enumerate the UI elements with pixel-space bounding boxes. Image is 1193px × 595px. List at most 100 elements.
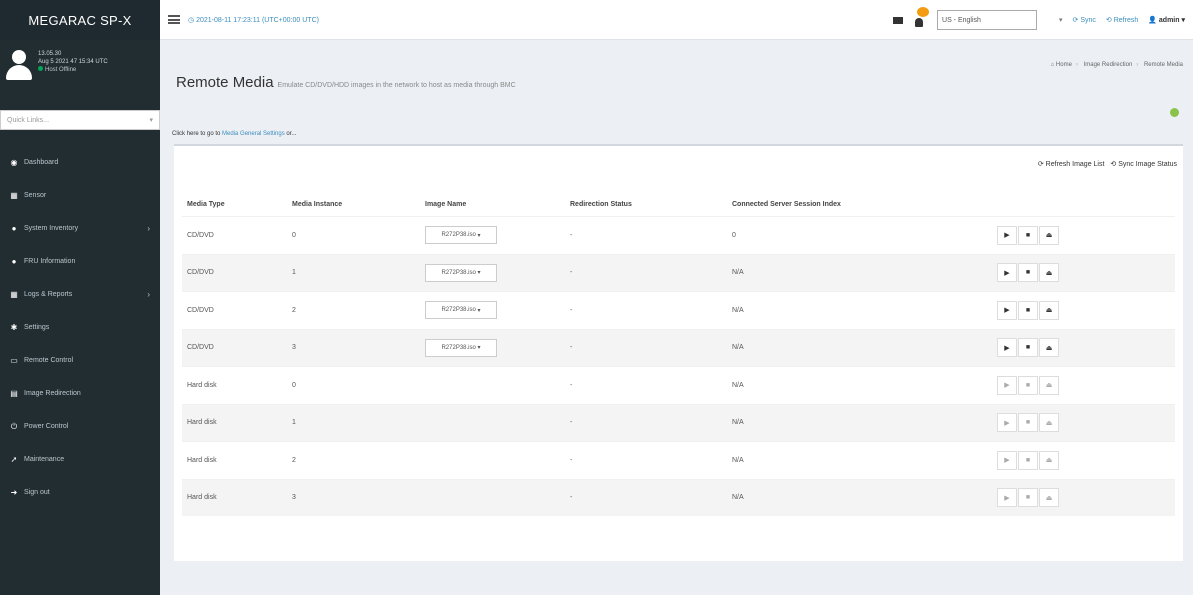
eject-button[interactable]: ⏏: [1039, 338, 1059, 358]
sidebar-item-label: Remote Control: [24, 357, 74, 364]
eject-icon: ⏏: [1045, 419, 1053, 427]
cell-redirection-status: -: [570, 419, 573, 427]
eject-button[interactable]: ⏏: [1039, 263, 1059, 283]
chevron-right-icon: ›: [147, 290, 150, 299]
play-button[interactable]: ▶: [997, 338, 1017, 358]
table-row: Hard disk 1 - N/A ▶ ■ ⏏: [182, 403, 1175, 441]
cell-media-instance: 1: [292, 419, 296, 427]
stop-button[interactable]: ■: [1018, 263, 1038, 283]
inventory-icon: ●: [11, 224, 17, 233]
play-button[interactable]: ▶: [997, 450, 1017, 470]
sidebar-item-sensor[interactable]: ▦ Sensor: [0, 179, 160, 212]
cell-media-type: Hard disk: [187, 381, 217, 389]
cell-media-type: CD/DVD: [187, 344, 214, 352]
stop-button[interactable]: ■: [1018, 450, 1038, 470]
admin-menu[interactable]: 👤 admin ▾: [1148, 16, 1185, 24]
status-dot-icon: [38, 66, 43, 71]
sidebar-item-remote-control[interactable]: ▭ Remote Control: [0, 344, 160, 377]
eject-button[interactable]: ⏏: [1039, 488, 1059, 508]
breadcrumb-image-redirection[interactable]: Image Redirection: [1084, 62, 1133, 68]
stop-icon: ■: [1025, 269, 1031, 277]
monitor-icon: ▭: [10, 356, 18, 365]
dashboard-icon: ◉: [10, 158, 18, 167]
cell-media-instance: 1: [292, 269, 296, 277]
image-name-select[interactable]: R272P38.iso ▾: [425, 263, 497, 282]
page-title: Remote Media Emulate CD/DVD/HDD images in…: [176, 74, 516, 91]
sync-button[interactable]: ⟳ Sync: [1073, 16, 1096, 24]
cell-session-index: N/A: [732, 456, 744, 464]
eject-button[interactable]: ⏏: [1039, 450, 1059, 470]
eject-button[interactable]: ⏏: [1039, 225, 1059, 245]
play-button[interactable]: ▶: [997, 225, 1017, 245]
sidebar-item-fru-information[interactable]: ● FRU Information: [0, 245, 160, 278]
play-button[interactable]: ▶: [997, 300, 1017, 320]
sidebar-item-logs-reports[interactable]: ▦ Logs & Reports ›: [0, 278, 160, 311]
brand-logo[interactable]: MEGARAC SP-X: [0, 0, 160, 40]
image-redirect-icon: ▤: [10, 389, 18, 398]
host-status: Host Offline: [38, 66, 108, 74]
play-icon: ▶: [1004, 494, 1010, 502]
header-session-index: Connected Server Session Index: [732, 200, 841, 208]
table-header: Media Type Media Instance Image Name Red…: [182, 192, 1175, 216]
stop-icon: ■: [1025, 231, 1031, 239]
stop-button[interactable]: ■: [1018, 300, 1038, 320]
stop-button[interactable]: ■: [1018, 375, 1038, 395]
help-icon[interactable]: [1170, 108, 1179, 117]
eject-button[interactable]: ⏏: [1039, 413, 1059, 433]
stop-icon: ■: [1025, 306, 1031, 314]
stop-icon: ■: [1025, 456, 1031, 464]
sidebar-item-sign-out[interactable]: ➜ Sign out: [0, 476, 160, 509]
menu-toggle-icon[interactable]: [168, 15, 180, 24]
signout-icon: ➜: [10, 488, 18, 497]
stop-button[interactable]: ■: [1018, 338, 1038, 358]
eject-button[interactable]: ⏏: [1039, 375, 1059, 395]
user-name: 13.05.30: [38, 51, 62, 57]
cell-media-type: CD/DVD: [187, 231, 214, 239]
sidebar-item-settings[interactable]: ✱ Settings: [0, 311, 160, 344]
cell-media-type: CD/DVD: [187, 269, 214, 277]
notification-bell[interactable]: [913, 7, 930, 27]
cell-redirection-status: -: [570, 494, 573, 502]
breadcrumb-home[interactable]: ⌂ Home: [1051, 62, 1072, 68]
play-icon: ▶: [1004, 344, 1010, 352]
refresh-image-list-button[interactable]: ⟳ Refresh Image List: [1038, 160, 1105, 168]
table-row: CD/DVD 0 R272P38.iso ▾ - 0 ▶ ■ ⏏: [182, 216, 1175, 254]
quick-links-select[interactable]: Quick Links... ▾: [0, 110, 160, 130]
sidebar-item-power-control[interactable]: ⏻ Power Control: [0, 410, 160, 443]
server-datetime: ◷ 2021-08-11 17:23:11 (UTC+00:00 UTC): [188, 16, 319, 24]
play-button[interactable]: ▶: [997, 488, 1017, 508]
mail-icon[interactable]: [893, 16, 904, 24]
media-general-settings-link[interactable]: Media General Settings: [222, 131, 285, 137]
stop-icon: ■: [1025, 381, 1031, 389]
play-button[interactable]: ▶: [997, 263, 1017, 283]
avatar-icon: [6, 50, 32, 82]
sidebar-item-maintenance[interactable]: ➚ Maintenance: [0, 443, 160, 476]
sidebar-item-dashboard[interactable]: ◉ Dashboard: [0, 146, 160, 179]
cell-redirection-status: -: [570, 381, 573, 389]
play-button[interactable]: ▶: [997, 375, 1017, 395]
image-name-select[interactable]: R272P38.iso ▾: [425, 226, 497, 245]
sidebar-item-system-inventory[interactable]: ● System Inventory ›: [0, 212, 160, 245]
refresh-button[interactable]: ⟲ Refresh: [1106, 16, 1138, 24]
table-row: Hard disk 2 - N/A ▶ ■ ⏏: [182, 441, 1175, 479]
stop-button[interactable]: ■: [1018, 225, 1038, 245]
quick-links-placeholder: Quick Links...: [7, 116, 50, 124]
stop-button[interactable]: ■: [1018, 488, 1038, 508]
image-name-select[interactable]: R272P38.iso ▾: [425, 338, 497, 357]
eject-icon: ⏏: [1045, 457, 1053, 465]
eject-button[interactable]: ⏏: [1039, 300, 1059, 320]
logs-icon: ▦: [10, 290, 18, 299]
settings-icon: ✱: [10, 323, 18, 332]
sidebar-item-label: Logs & Reports: [24, 291, 73, 298]
cell-media-instance: 2: [292, 306, 296, 314]
play-button[interactable]: ▶: [997, 413, 1017, 433]
stop-button[interactable]: ■: [1018, 413, 1038, 433]
play-icon: ▶: [1004, 457, 1010, 465]
sync-image-status-button[interactable]: ⟲ Sync Image Status: [1110, 160, 1177, 168]
language-select[interactable]: US - English: [937, 10, 1038, 30]
cell-media-instance: 0: [292, 231, 296, 239]
image-name-select[interactable]: R272P38.iso ▾: [425, 301, 497, 320]
cell-session-index: N/A: [732, 381, 744, 389]
sidebar-item-image-redirection[interactable]: ▤ Image Redirection: [0, 377, 160, 410]
cell-session-index: N/A: [732, 494, 744, 502]
